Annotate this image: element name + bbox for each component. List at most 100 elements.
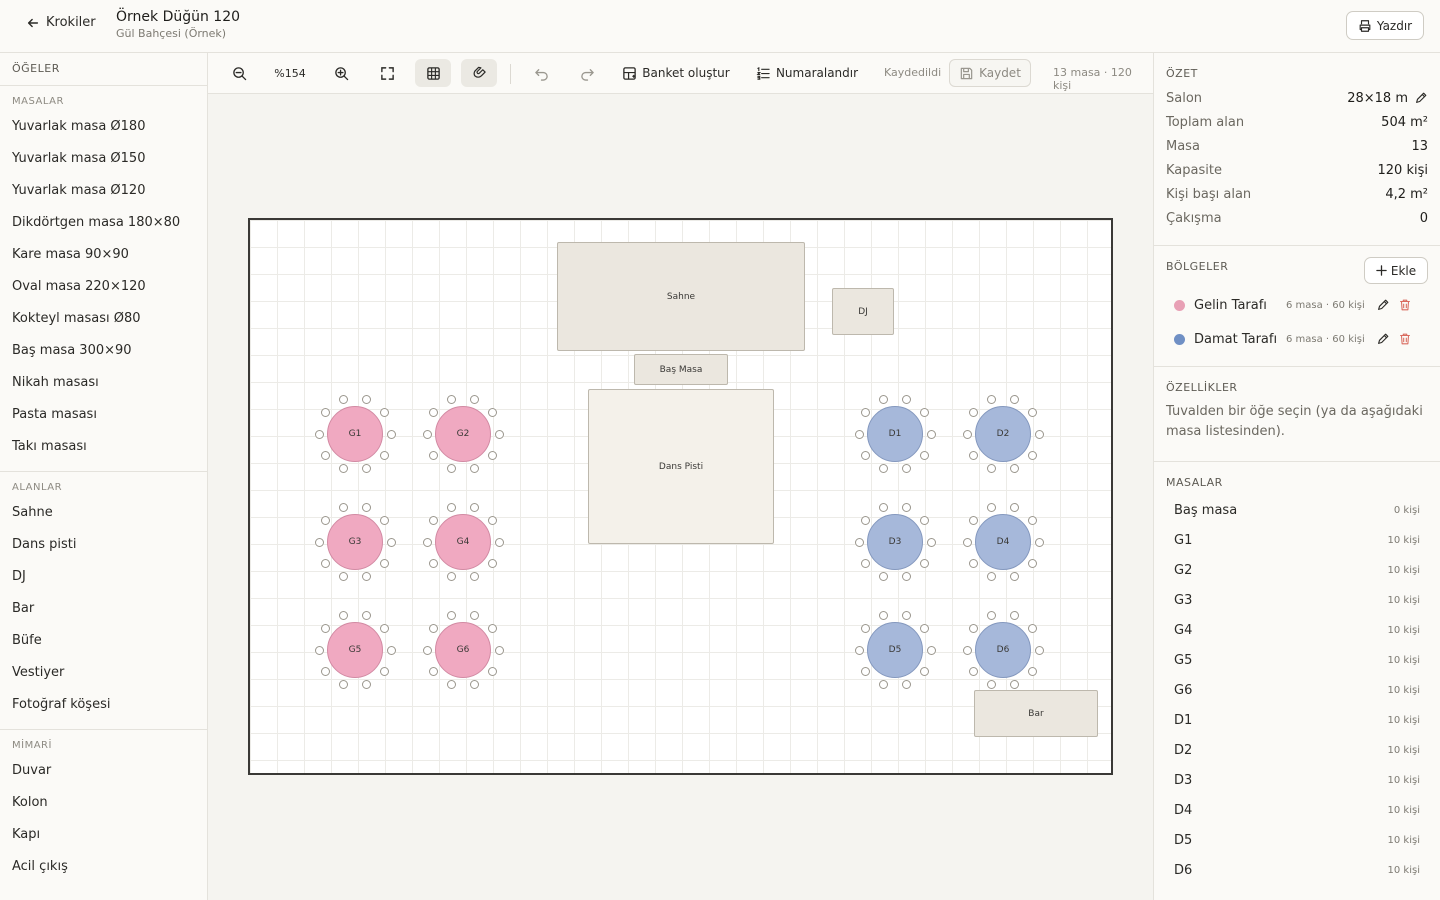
- chair: [447, 395, 457, 405]
- chair: [494, 429, 504, 439]
- sidebar-item[interactable]: Dikdörtgen masa 180×80: [0, 207, 207, 239]
- grid-toggle-button[interactable]: [415, 59, 451, 87]
- round-table[interactable]: G3: [314, 503, 396, 581]
- summary-row: Toplam alan 504 m²: [1166, 110, 1428, 134]
- undo-button[interactable]: [528, 59, 554, 87]
- add-region-button[interactable]: Ekle: [1364, 257, 1428, 284]
- create-banquet-button[interactable]: Banket oluştur: [620, 59, 732, 87]
- sidebar-item[interactable]: Baş masa 300×90: [0, 335, 207, 367]
- chair: [469, 395, 479, 405]
- region-item[interactable]: Damat Tarafı 6 masa · 60 kişi: [1166, 322, 1428, 356]
- chair: [361, 395, 371, 405]
- sidebar-item[interactable]: Büfe: [0, 625, 207, 657]
- sidebar-item[interactable]: Yuvarlak masa Ø180: [0, 111, 207, 143]
- table-list-name: G1: [1174, 532, 1193, 548]
- redo-button[interactable]: [574, 59, 600, 87]
- table-list-count: 10 kişi: [1387, 774, 1420, 786]
- chair: [339, 395, 349, 405]
- chair: [861, 450, 871, 460]
- summary-value: 504 m²: [1381, 114, 1428, 130]
- round-table[interactable]: G4: [422, 503, 504, 581]
- print-button[interactable]: Yazdır: [1346, 11, 1424, 40]
- sidebar-item[interactable]: Yuvarlak masa Ø120: [0, 175, 207, 207]
- snap-toggle-button[interactable]: [461, 59, 497, 87]
- table-list-item[interactable]: D2 10 kişi: [1166, 735, 1428, 765]
- table-list-count: 10 kişi: [1387, 654, 1420, 666]
- chair: [1009, 571, 1019, 581]
- round-table[interactable]: D3: [854, 503, 936, 581]
- summary-value: 0: [1419, 210, 1428, 226]
- table-list-item[interactable]: Baş masa 0 kişi: [1166, 495, 1428, 525]
- chair: [901, 611, 911, 621]
- dj-zone[interactable]: DJ: [832, 288, 894, 335]
- sidebar-item[interactable]: Bar: [0, 593, 207, 625]
- edit-hall-size-icon[interactable]: [1414, 91, 1428, 105]
- sidebar-item[interactable]: Kolon: [0, 787, 207, 819]
- zoom-out-button[interactable]: [226, 59, 252, 87]
- round-table[interactable]: D4: [962, 503, 1044, 581]
- fit-screen-button[interactable]: [374, 59, 400, 87]
- summary-heading: ÖZET: [1166, 67, 1198, 80]
- round-table[interactable]: G5: [314, 611, 396, 689]
- table-list-item[interactable]: G6 10 kişi: [1166, 675, 1428, 705]
- edit-region-icon[interactable]: [1376, 332, 1390, 346]
- sidebar-item[interactable]: Takı masası: [0, 431, 207, 463]
- round-table[interactable]: G2: [422, 395, 504, 473]
- table-list-item[interactable]: G3 10 kişi: [1166, 585, 1428, 615]
- sidebar-item[interactable]: Acil çıkış: [0, 851, 207, 883]
- sidebar-item[interactable]: Kapı: [0, 819, 207, 851]
- sidebar-item[interactable]: Nikah masası: [0, 367, 207, 399]
- delete-region-icon[interactable]: [1398, 298, 1412, 312]
- round-table[interactable]: G6: [422, 611, 504, 689]
- round-table[interactable]: D6: [962, 611, 1044, 689]
- sidebar-item[interactable]: Dans pisti: [0, 529, 207, 561]
- table-list-count: 10 kişi: [1387, 684, 1420, 696]
- sidebar-item[interactable]: Pasta masası: [0, 399, 207, 431]
- sidebar-item[interactable]: DJ: [0, 561, 207, 593]
- round-table[interactable]: D1: [854, 395, 936, 473]
- save-button[interactable]: Kaydet: [949, 59, 1031, 87]
- chair: [386, 537, 396, 547]
- sidebar-item[interactable]: Fotoğraf köşesi: [0, 689, 207, 721]
- sidebar-item[interactable]: Duvar: [0, 755, 207, 787]
- sidebar-item[interactable]: Yuvarlak masa Ø150: [0, 143, 207, 175]
- round-table[interactable]: D2: [962, 395, 1044, 473]
- bar-zone[interactable]: Bar: [974, 690, 1098, 737]
- sidebar-item[interactable]: Sahne: [0, 497, 207, 529]
- table-list-item[interactable]: G1 10 kişi: [1166, 525, 1428, 555]
- canvas-area[interactable]: Sahne DJ Baş Masa Dans Pisti Bar G1 G2 G3 G…: [208, 94, 1153, 900]
- delete-region-icon[interactable]: [1398, 332, 1412, 346]
- chair: [879, 463, 889, 473]
- table-list-item[interactable]: G2 10 kişi: [1166, 555, 1428, 585]
- floor-plan[interactable]: Sahne DJ Baş Masa Dans Pisti Bar G1 G2 G3 G…: [248, 218, 1113, 775]
- dance-floor-zone[interactable]: Dans Pisti: [588, 389, 774, 544]
- sidebar-item[interactable]: Kokteyl masası Ø80: [0, 303, 207, 335]
- back-button[interactable]: Krokiler: [26, 15, 96, 30]
- table-list-count: 10 kişi: [1387, 744, 1420, 756]
- table-list-item[interactable]: G4 10 kişi: [1166, 615, 1428, 645]
- table-list-item[interactable]: G5 10 kişi: [1166, 645, 1428, 675]
- edit-region-icon[interactable]: [1376, 298, 1390, 312]
- stage-zone[interactable]: Sahne: [557, 242, 805, 351]
- sidebar-item[interactable]: Vestiyer: [0, 657, 207, 689]
- table-list-item[interactable]: D5 10 kişi: [1166, 825, 1428, 855]
- plus-icon: [1376, 265, 1387, 276]
- sidebar-item[interactable]: Oval masa 220×120: [0, 271, 207, 303]
- region-item[interactable]: Gelin Tarafı 6 masa · 60 kişi: [1166, 288, 1428, 322]
- table-label: D4: [975, 514, 1031, 570]
- table-list-item[interactable]: D4 10 kişi: [1166, 795, 1428, 825]
- table-label: D1: [867, 406, 923, 462]
- zoom-level[interactable]: %154: [266, 59, 314, 87]
- table-list-item[interactable]: D6 10 kişi: [1166, 855, 1428, 885]
- properties-heading: ÖZELLİKLER: [1166, 381, 1238, 394]
- table-list-item[interactable]: D3 10 kişi: [1166, 765, 1428, 795]
- canvas-toolbar: %154 Banket oluştur Numaralandır Kaydedi…: [208, 53, 1153, 94]
- round-table[interactable]: D5: [854, 611, 936, 689]
- numbering-button[interactable]: Numaralandır: [752, 59, 862, 87]
- head-table[interactable]: Baş Masa: [634, 354, 728, 385]
- sidebar-item[interactable]: Kare masa 90×90: [0, 239, 207, 271]
- zoom-in-button[interactable]: [328, 59, 354, 87]
- chair: [379, 516, 389, 526]
- round-table[interactable]: G1: [314, 395, 396, 473]
- table-list-item[interactable]: D1 10 kişi: [1166, 705, 1428, 735]
